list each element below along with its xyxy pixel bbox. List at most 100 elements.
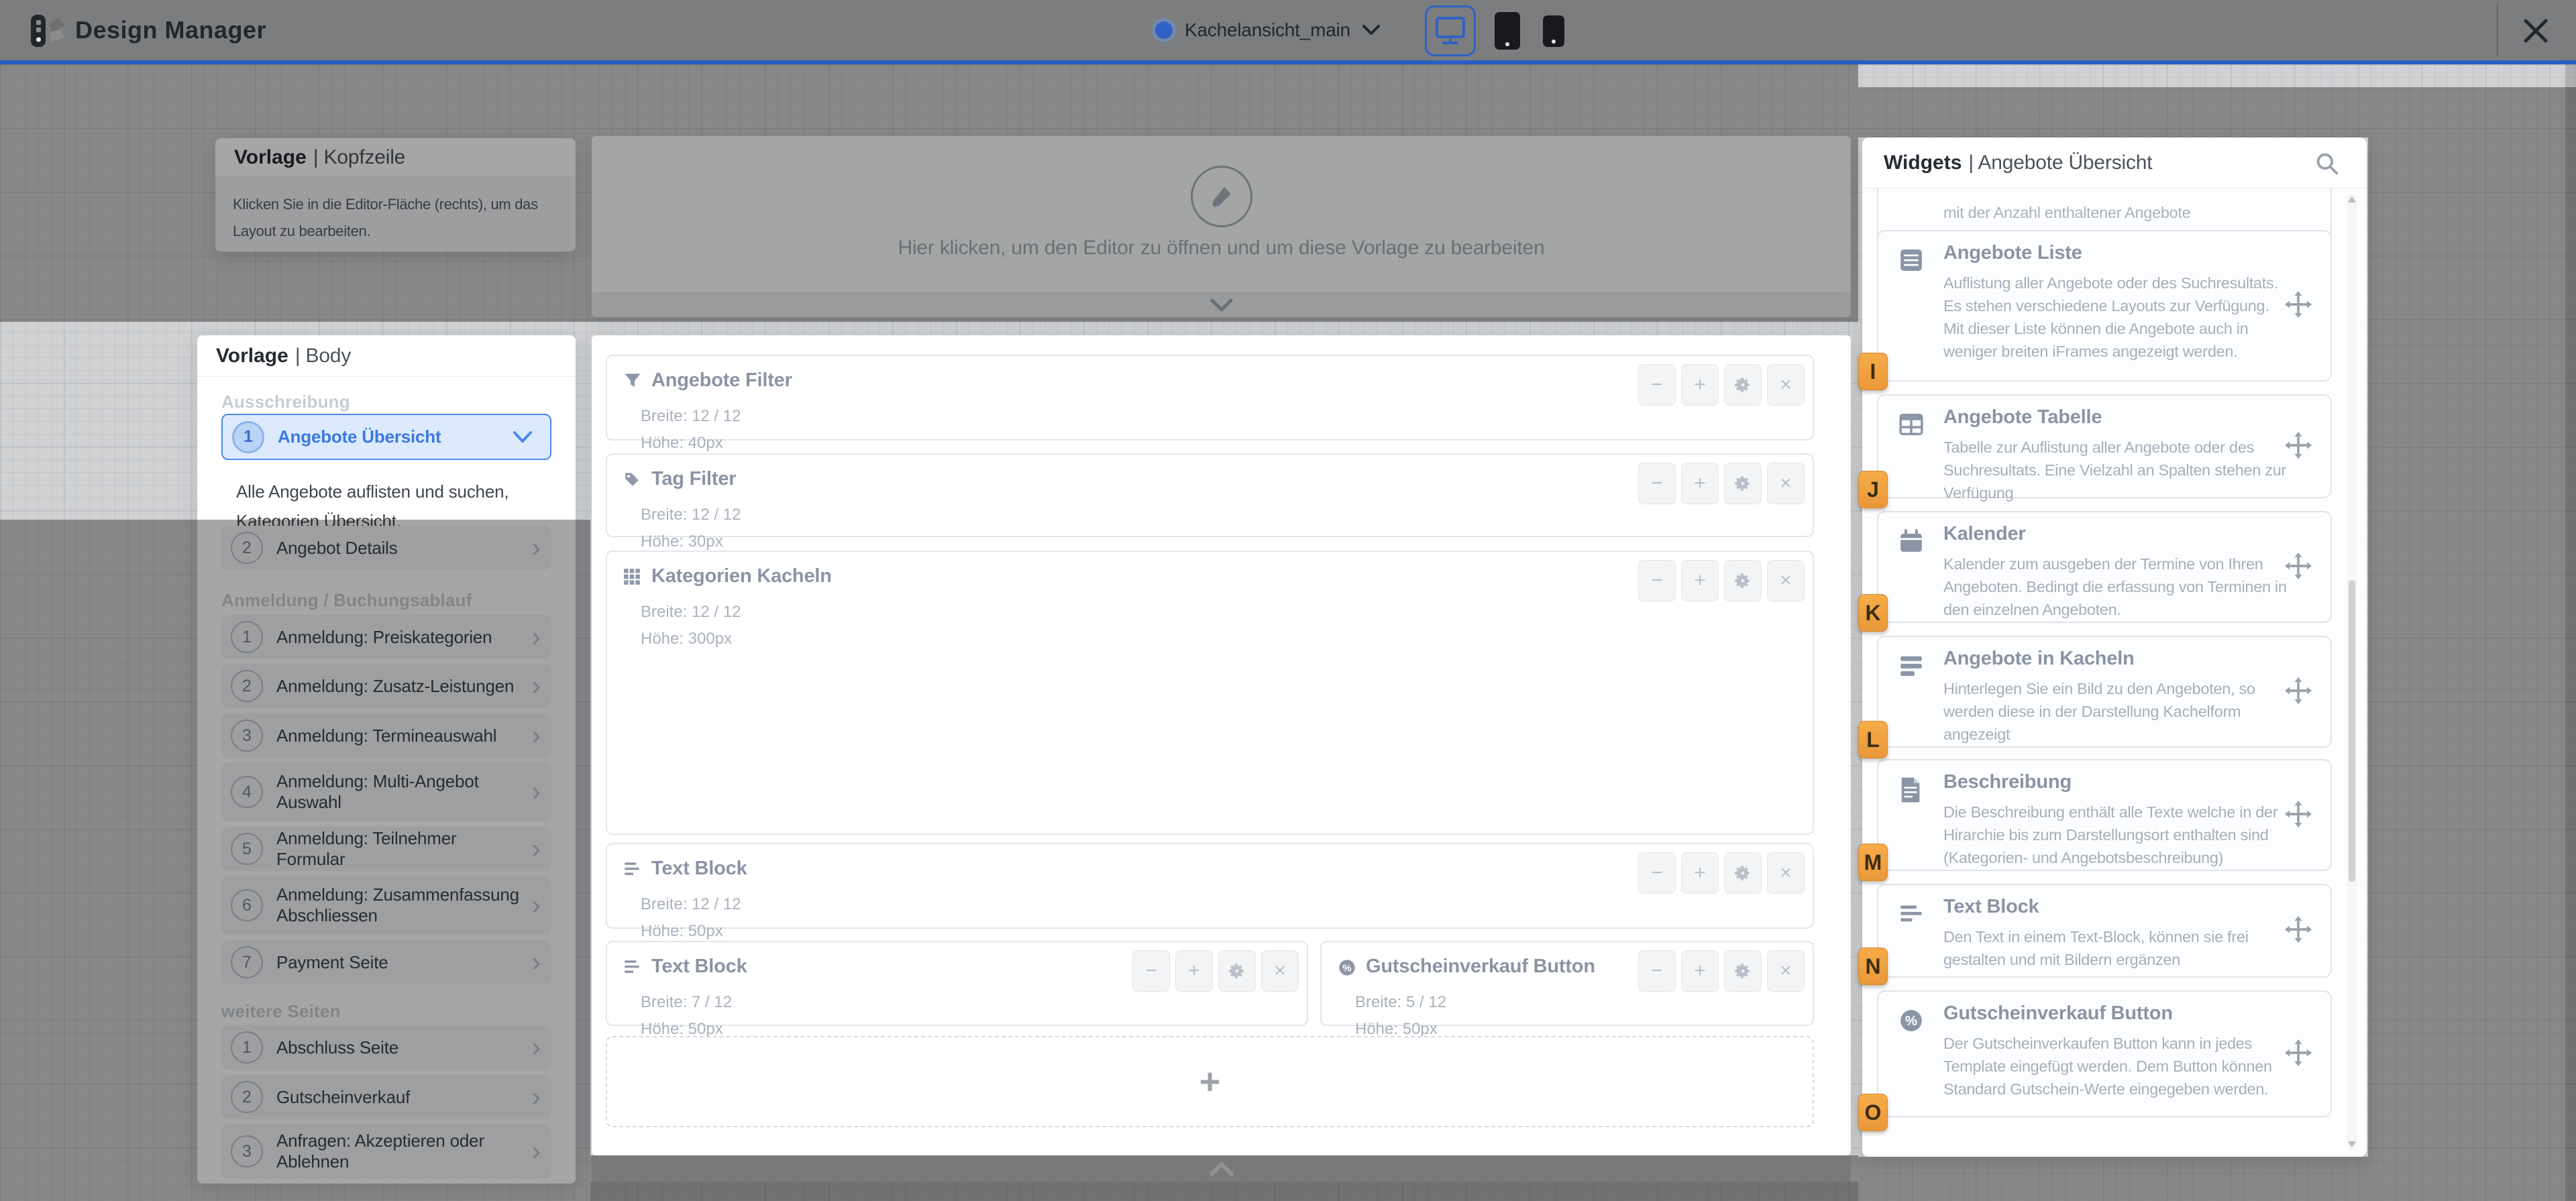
sidebar-item-gutscheinverkauf[interactable]: 2 Gutscheinverkauf › — [221, 1075, 551, 1119]
page-scrollbar[interactable] — [2565, 64, 2576, 1201]
remove-block-button[interactable]: × — [1261, 950, 1299, 992]
grow-button[interactable]: + — [1681, 950, 1719, 992]
widget-card-angebote-liste[interactable]: Angebote Liste Auflistung aller Angebote… — [1877, 230, 2332, 382]
sidebar-item-angebote-uebersicht[interactable]: 1 Angebote Übersicht — [221, 414, 551, 460]
settings-button[interactable] — [1724, 364, 1762, 406]
collapse-editor-band[interactable] — [592, 1155, 1851, 1182]
sidebar-item-anfragen[interactable]: 3 Anfragen: Akzeptieren oder Ablehnen › — [221, 1124, 551, 1179]
desktop-monitor-icon — [1436, 17, 1465, 45]
widget-card-beschreibung[interactable]: Beschreibung Die Beschreibung enthält al… — [1877, 759, 2332, 871]
block-tag-filter[interactable]: Tag Filter Breite: 12 / 12 Höhe: 30px − … — [606, 453, 1814, 537]
block-height: Höhe: 50px — [641, 922, 723, 941]
scroll-up-icon[interactable] — [2348, 196, 2356, 203]
gear-icon — [1228, 962, 1246, 980]
hint-badge-M[interactable]: M — [1858, 844, 1888, 881]
device-desktop-button[interactable] — [1425, 5, 1476, 56]
chevron-down-icon — [1362, 25, 1380, 36]
sidebar-item-zusatz-leistungen[interactable]: 2 Anmeldung: Zusatz-Leistungen › — [221, 664, 551, 708]
device-mobile-button[interactable] — [1543, 15, 1564, 47]
drag-handle[interactable] — [2284, 1038, 2313, 1068]
item-label: Angebot Details — [276, 538, 526, 559]
item-number-badge: 1 — [232, 421, 264, 453]
widget-search-button[interactable] — [2314, 151, 2340, 176]
block-gutscheinverkauf-button[interactable]: % Gutscheinverkauf Button Breite: 5 / 12… — [1320, 941, 1814, 1026]
settings-button[interactable] — [1218, 950, 1256, 992]
move-icon — [2284, 799, 2313, 829]
pencil-icon — [1208, 183, 1235, 210]
hint-badge-O[interactable]: O — [1858, 1094, 1888, 1131]
shrink-button[interactable]: − — [1638, 950, 1676, 992]
widget-card-gutscheinverkauf-button[interactable]: % Gutscheinverkauf Button Der Gutscheinv… — [1877, 990, 2332, 1117]
hint-badge-J[interactable]: J — [1858, 471, 1888, 508]
grow-button[interactable]: + — [1175, 950, 1213, 992]
grow-button[interactable]: + — [1681, 463, 1719, 504]
template-selector[interactable]: Kachelansicht_main — [1155, 0, 1380, 60]
settings-button[interactable] — [1724, 950, 1762, 992]
sidebar-item-zusammenfassung[interactable]: 6 Anmeldung: Zusammenfassung Abschliesse… — [221, 876, 551, 935]
shrink-button[interactable]: − — [1638, 364, 1676, 406]
hint-badge-K[interactable]: K — [1858, 594, 1888, 632]
block-text-block[interactable]: Text Block Breite: 12 / 12 Höhe: 50px − … — [606, 843, 1814, 929]
sidebar-item-payment-seite[interactable]: 7 Payment Seite › — [221, 940, 551, 984]
layout-editor-canvas[interactable]: Angebote Filter Breite: 12 / 12 Höhe: 40… — [592, 335, 1851, 1155]
tooltip-line: Layout zu bearbeiten. — [233, 218, 576, 245]
drag-handle[interactable] — [2284, 915, 2313, 944]
block-angebote-filter[interactable]: Angebote Filter Breite: 12 / 12 Höhe: 40… — [606, 355, 1814, 441]
block-kategorien-kacheln[interactable]: Kategorien Kacheln Breite: 12 / 12 Höhe:… — [606, 551, 1814, 835]
hint-badge-N[interactable]: N — [1858, 948, 1888, 985]
grow-button[interactable]: + — [1681, 852, 1719, 894]
widget-card-angebote-in-kacheln[interactable]: Angebote in Kacheln Hinterlegen Sie ein … — [1877, 636, 2332, 748]
shrink-button[interactable]: − — [1132, 950, 1170, 992]
sidebar-item-teilnehmer-formular[interactable]: 5 Anmeldung: Teilnehmer Formular › — [221, 827, 551, 871]
move-icon — [2284, 915, 2313, 944]
remove-block-button[interactable]: × — [1767, 852, 1805, 894]
sidebar-item-preiskategorien[interactable]: 1 Anmeldung: Preiskategorien › — [221, 615, 551, 659]
dim-overlay — [1858, 87, 2576, 137]
scroll-down-icon[interactable] — [2348, 1141, 2356, 1147]
drag-handle[interactable] — [2284, 290, 2313, 319]
sidebar-item-angebot-details[interactable]: 2 Angebot Details › — [221, 526, 551, 570]
scrollbar-thumb[interactable] — [2349, 580, 2355, 882]
shrink-button[interactable]: − — [1638, 852, 1676, 894]
drag-handle[interactable] — [2284, 676, 2313, 705]
widget-description: Hinterlegen Sie ein Bild zu den Angebote… — [1943, 677, 2287, 746]
widget-card-text-block[interactable]: Text Block Den Text in einem Text-Block,… — [1877, 884, 2332, 978]
drag-handle[interactable] — [2284, 799, 2313, 829]
widgets-scrollbar[interactable] — [2347, 194, 2357, 1150]
device-tablet-button[interactable] — [1495, 12, 1520, 50]
sidebar-item-multi-angebot[interactable]: 4 Anmeldung: Multi-Angebot Auswahl › — [221, 762, 551, 821]
settings-button[interactable] — [1724, 560, 1762, 602]
grow-button[interactable]: + — [1681, 560, 1719, 602]
edit-pencil-button[interactable] — [1191, 166, 1252, 227]
block-width: Breite: 12 / 12 — [641, 603, 741, 622]
grow-button[interactable]: + — [1681, 364, 1719, 406]
widget-card-kalender[interactable]: Kalender Kalender zum ausgeben der Termi… — [1877, 511, 2332, 623]
drag-handle[interactable] — [2284, 551, 2313, 581]
remove-block-button[interactable]: × — [1767, 560, 1805, 602]
shrink-button[interactable]: − — [1638, 463, 1676, 504]
sidebar-item-termineauswahl[interactable]: 3 Anmeldung: Termineauswahl › — [221, 713, 551, 758]
item-number-badge: 6 — [231, 889, 263, 921]
settings-button[interactable] — [1724, 463, 1762, 504]
block-text-block-small[interactable]: Text Block Breite: 7 / 12 Höhe: 50px − +… — [606, 941, 1308, 1026]
hint-badge-I[interactable]: I — [1858, 353, 1888, 390]
kopfzeile-expand-band[interactable] — [592, 292, 1851, 317]
hint-badge-L[interactable]: L — [1858, 721, 1888, 758]
shrink-button[interactable]: − — [1638, 560, 1676, 602]
kopfzeile-editor-area[interactable]: Hier klicken, um den Editor zu öffnen un… — [592, 136, 1851, 317]
close-button[interactable] — [2518, 13, 2553, 48]
voucher-icon: % — [1338, 958, 1356, 977]
remove-block-button[interactable]: × — [1767, 950, 1805, 992]
block-height: Höhe: 40px — [641, 434, 723, 453]
settings-button[interactable] — [1724, 852, 1762, 894]
item-number-badge: 2 — [231, 1081, 263, 1113]
grid-icon — [623, 568, 641, 585]
add-block-zone[interactable]: + — [606, 1036, 1814, 1127]
drag-handle[interactable] — [2284, 431, 2313, 460]
text-lines-icon — [1898, 901, 1924, 927]
remove-block-button[interactable]: × — [1767, 463, 1805, 504]
filter-icon — [623, 372, 642, 391]
remove-block-button[interactable]: × — [1767, 364, 1805, 406]
widget-card-angebote-tabelle[interactable]: Angebote Tabelle Tabelle zur Auflistung … — [1877, 394, 2332, 498]
sidebar-item-abschluss-seite[interactable]: 1 Abschluss Seite › — [221, 1025, 551, 1070]
